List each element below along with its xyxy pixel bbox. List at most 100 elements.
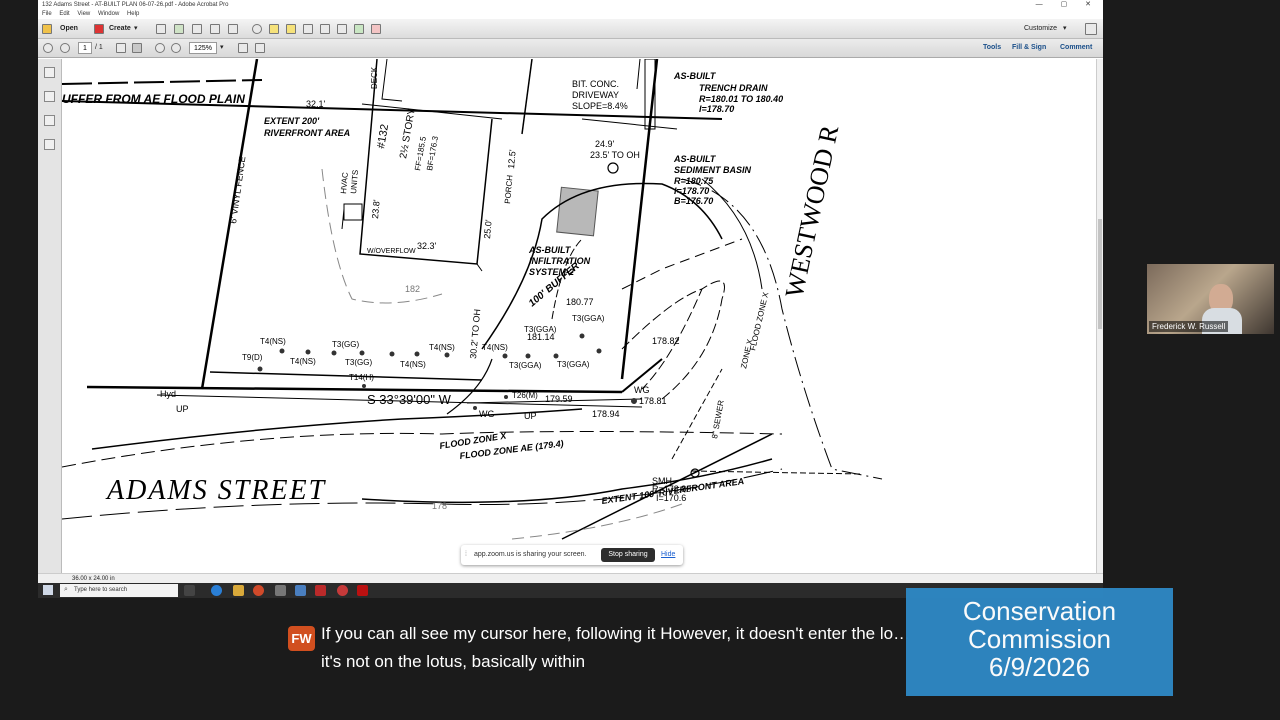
create-button[interactable]: Create <box>109 22 131 36</box>
share-message: app.zoom.us is sharing your screen. <box>474 551 587 558</box>
drag-handle-icon[interactable]: ⁞ <box>465 545 467 565</box>
window-controls[interactable]: — ▢ ✕ <box>1036 0 1099 10</box>
tree-label-12: T3(GGA) <box>509 361 542 370</box>
acrobat-window: 132 Adams Street - AT-BUILT PLAN 06-07-2… <box>38 0 1103 583</box>
dim-30-2: 30.2' TO OH <box>468 309 482 360</box>
highlight-icon[interactable] <box>286 24 296 34</box>
edit-icon[interactable] <box>210 24 220 34</box>
basin-label-1: AS-BUILT <box>673 154 717 164</box>
dim-25: 25.0' <box>482 219 494 239</box>
zoom-out-icon[interactable] <box>155 43 165 53</box>
task-view-icon[interactable] <box>184 585 195 596</box>
customize-button[interactable]: Customize <box>1024 22 1057 36</box>
create-dropdown-icon[interactable]: ▾ <box>134 22 138 36</box>
next-page-icon[interactable] <box>60 43 70 53</box>
app-icon-2[interactable] <box>275 585 286 596</box>
driveway-label-3: SLOPE=8.4% <box>572 101 628 111</box>
page-total: / 1 <box>95 44 103 51</box>
meeting-badge: Conservation Commission 6/9/2026 <box>906 588 1173 696</box>
menu-file[interactable]: File <box>42 11 52 17</box>
zoom-level-input[interactable]: 125% <box>189 42 217 54</box>
vertical-scrollbar[interactable] <box>1096 59 1103 573</box>
taskbar-search-input[interactable]: Type here to search <box>60 584 178 597</box>
export-icon[interactable] <box>354 24 364 34</box>
site-plan-drawing: UFFER FROM AE FLOOD PLAIN EXTENT 200' RI… <box>62 59 883 540</box>
expand-icon[interactable] <box>1085 23 1097 35</box>
attachments-icon[interactable] <box>44 115 55 126</box>
page-icon[interactable] <box>320 24 330 34</box>
upload-icon[interactable] <box>174 24 184 34</box>
create-pdf-icon <box>94 24 104 34</box>
elev-178-81: 178.81 <box>639 396 667 406</box>
hide-link[interactable]: Hide <box>661 545 675 565</box>
select-cursor-icon[interactable] <box>116 43 126 53</box>
signatures-icon[interactable] <box>44 139 55 150</box>
settings-gear-icon[interactable] <box>252 24 262 34</box>
fit-page-icon[interactable] <box>238 43 248 53</box>
app-icon-4[interactable] <box>337 585 348 596</box>
tree-label-7: T4(NS) <box>429 343 455 352</box>
edge-browser-icon[interactable] <box>211 585 222 596</box>
document-icon[interactable] <box>337 24 347 34</box>
save-icon[interactable] <box>156 24 166 34</box>
deck-label: DECK <box>370 66 379 89</box>
fill-sign-tab[interactable]: Fill & Sign <box>1012 41 1046 55</box>
sign-icon[interactable] <box>303 24 313 34</box>
page-number-input[interactable]: 1 <box>78 42 92 54</box>
open-button[interactable]: Open <box>60 22 78 36</box>
menu-edit[interactable]: Edit <box>59 11 69 17</box>
tree-label-2: T3(GG) <box>332 340 359 349</box>
email-icon[interactable] <box>228 24 238 34</box>
navigation-toolbar: 1 / 1 125% ▾ Tools Fill & Sign Comment <box>38 39 1103 58</box>
file-explorer-icon[interactable] <box>233 585 244 596</box>
app-icon-3[interactable] <box>295 585 306 596</box>
dim-12-5: 12.5' <box>506 149 518 169</box>
navigation-pane <box>38 59 62 573</box>
windows-start-icon[interactable] <box>43 585 53 595</box>
stop-sharing-button[interactable]: Stop sharing <box>601 548 655 562</box>
badge-line-3: 6/9/2026 <box>988 652 1091 682</box>
tree-label-14: T3(GGA) <box>557 360 590 369</box>
hand-tool-icon[interactable] <box>132 43 142 53</box>
tools-tab[interactable]: Tools <box>983 41 1001 55</box>
bearing-label: S 33°39'00" W <box>367 392 452 407</box>
porch-label: PORCH <box>503 174 515 204</box>
comment-tab[interactable]: Comment <box>1060 41 1092 55</box>
fit-width-icon[interactable] <box>255 43 265 53</box>
menu-help[interactable]: Help <box>127 11 139 17</box>
bookmarks-icon[interactable] <box>44 91 55 102</box>
up-label-1: UP <box>176 404 189 414</box>
zoom-in-icon[interactable] <box>171 43 181 53</box>
up-label-2: UP <box>524 411 537 421</box>
acrobat-taskbar-icon[interactable] <box>315 585 326 596</box>
tree-label-4: T4(NS) <box>290 357 316 366</box>
previous-page-icon[interactable] <box>43 43 53 53</box>
basin-label-5: B=176.70 <box>674 196 713 206</box>
menu-window[interactable]: Window <box>98 11 119 17</box>
adams-street-label: ADAMS STREET <box>105 475 327 506</box>
page-thumbnails-icon[interactable] <box>44 67 55 78</box>
main-toolbar: Open Create ▾ Customize ▾ <box>38 19 1103 39</box>
dim-23-8: 23.8' <box>370 199 382 219</box>
folder-icon <box>42 24 52 34</box>
app-icon-1[interactable] <box>253 585 264 596</box>
elev-178-94: 178.94 <box>592 409 620 419</box>
overflow-label: W/OVERFLOW <box>367 248 416 255</box>
tree-label-1: T4(NS) <box>260 337 286 346</box>
contour-178-label: 178 <box>432 501 447 511</box>
app-icon-5[interactable] <box>357 585 368 596</box>
participant-video[interactable]: Frederick W. Russell <box>1147 264 1274 334</box>
driveway-label-1: BIT. CONC. <box>572 79 619 89</box>
menu-view[interactable]: View <box>77 11 90 17</box>
scrollbar-thumb[interactable] <box>1098 219 1102 329</box>
title-bar: 132 Adams Street - AT-BUILT PLAN 06-07-2… <box>38 0 1103 10</box>
riverfront-area-label: RIVERFRONT AREA <box>264 128 350 138</box>
zoom-dropdown-icon[interactable]: ▾ <box>220 41 224 55</box>
protect-icon[interactable] <box>371 24 381 34</box>
trench-label-2: TRENCH DRAIN <box>699 83 768 93</box>
comment-bubble-icon[interactable] <box>269 24 279 34</box>
customize-dropdown-icon[interactable]: ▾ <box>1063 22 1067 36</box>
print-icon[interactable] <box>192 24 202 34</box>
document-view[interactable]: UFFER FROM AE FLOOD PLAIN EXTENT 200' RI… <box>62 59 1096 573</box>
contour-182-label: 182 <box>405 284 420 294</box>
